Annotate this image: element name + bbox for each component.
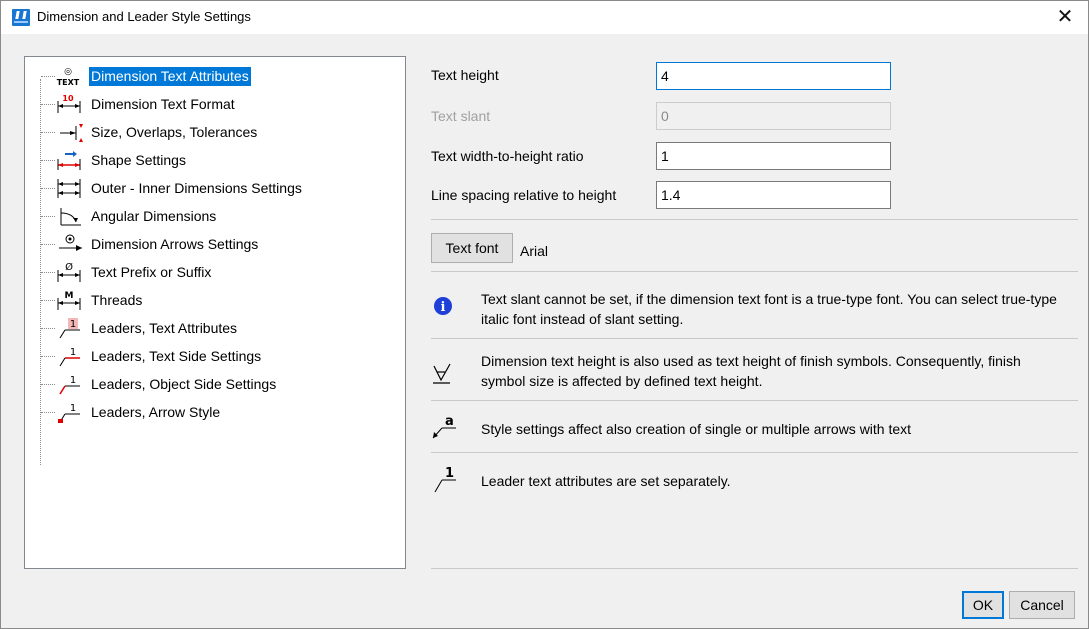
line-spacing-label: Line spacing relative to height — [431, 187, 617, 203]
separator — [431, 338, 1078, 339]
angular-icon — [60, 208, 81, 226]
tree-item-angular-dimensions[interactable]: Angular Dimensions — [41, 204, 381, 228]
leader-arrow-icon: 1 — [58, 403, 80, 423]
width-ratio-label: Text width-to-height ratio — [431, 148, 584, 164]
svg-text:M: M — [65, 291, 74, 301]
text-format-icon: 10 — [57, 94, 81, 113]
text-attributes-icon: ◎ TEXT — [57, 67, 80, 87]
svg-text:TEXT: TEXT — [57, 78, 80, 87]
leader-text-side-icon: 1 — [59, 347, 80, 367]
svg-text:1: 1 — [70, 403, 76, 414]
tree-item-label: Dimension Text Attributes — [89, 67, 251, 86]
line-spacing-input[interactable] — [656, 181, 891, 209]
close-button[interactable]: ✕ — [1052, 4, 1078, 30]
tree-item-size-overlaps-tolerances[interactable]: Size, Overlaps, Tolerances — [41, 120, 381, 144]
tree-item-label: Leaders, Object Side Settings — [91, 376, 277, 392]
tree-item-dimension-text-attributes[interactable]: ◎ TEXT Dimension Text Attributes — [41, 64, 381, 88]
tree-item-dimension-text-format[interactable]: 10 Dimension Text Format — [41, 92, 381, 116]
tree-item-dimension-arrows-settings[interactable]: Dimension Arrows Settings — [41, 232, 381, 256]
tree-item-shape-settings[interactable]: Shape Settings — [41, 148, 381, 172]
text-height-label: Text height — [431, 67, 499, 83]
tree-item-label: Dimension Text Format — [91, 96, 235, 112]
note-leader-attributes: Leader text attributes are set separatel… — [481, 473, 731, 489]
title-bar: Dimension and Leader Style Settings ✕ — [1, 1, 1088, 34]
leader-text-icon: 1 — [434, 466, 456, 493]
ok-button[interactable]: OK — [962, 591, 1004, 619]
threads-icon: M — [57, 291, 81, 310]
info-icon: i — [434, 297, 452, 315]
app-logo-icon — [12, 9, 30, 26]
separator — [431, 568, 1078, 569]
tree-item-label: Outer - Inner Dimensions Settings — [91, 180, 302, 196]
svg-text:1: 1 — [70, 347, 76, 358]
tree-item-leaders-arrow-style[interactable]: 1 Leaders, Arrow Style — [41, 400, 381, 424]
outer-inner-icon — [57, 179, 81, 198]
cancel-button[interactable]: Cancel — [1009, 591, 1075, 619]
text-slant-input — [656, 102, 891, 130]
tree-item-label: Threads — [91, 292, 143, 308]
settings-tree[interactable]: ◎ TEXT Dimension Text Attributes 10 Dime… — [24, 56, 406, 569]
tree-item-label: Angular Dimensions — [91, 208, 217, 224]
tree-item-label: Text Prefix or Suffix — [91, 264, 212, 280]
shape-settings-icon — [57, 151, 81, 170]
prefix-suffix-icon: Ø — [57, 261, 81, 282]
svg-text:1: 1 — [70, 375, 76, 386]
text-height-input[interactable] — [656, 62, 891, 90]
svg-text:1: 1 — [445, 466, 454, 481]
finish-symbol-icon — [433, 363, 451, 384]
tree-item-label: Leaders, Text Attributes — [91, 320, 238, 336]
svg-text:◎: ◎ — [64, 67, 72, 77]
separator — [431, 452, 1078, 453]
separator — [431, 219, 1078, 220]
svg-text:i: i — [441, 300, 446, 315]
dialog-window: Dimension and Leader Style Settings ✕ ◎ … — [0, 0, 1089, 629]
window-title: Dimension and Leader Style Settings — [37, 9, 251, 24]
tree-item-leaders-text-attributes[interactable]: 1 Leaders, Text Attributes — [41, 316, 381, 340]
tree-item-label: Shape Settings — [91, 152, 186, 168]
note-finish-symbols: Dimension text height is also used as te… — [481, 353, 1021, 389]
separator — [431, 271, 1078, 272]
tree-item-leaders-object-side[interactable]: 1 Leaders, Object Side Settings — [41, 372, 381, 396]
tree-item-outer-inner-dimensions[interactable]: Outer - Inner Dimensions Settings — [41, 176, 381, 200]
leader-object-side-icon: 1 — [59, 375, 80, 395]
tree-item-text-prefix-suffix[interactable]: Ø Text Prefix or Suffix — [41, 260, 381, 284]
svg-text:10: 10 — [62, 94, 74, 103]
text-font-button[interactable]: Text font — [431, 233, 513, 263]
tree-item-label: Leaders, Text Side Settings — [91, 348, 262, 364]
tree-item-label: Size, Overlaps, Tolerances — [91, 124, 258, 140]
note-arrows-with-text: Style settings affect also creation of s… — [481, 421, 912, 437]
size-tolerance-icon — [60, 124, 83, 142]
leader-text-attributes-icon: 1 — [59, 318, 80, 339]
text-slant-label: Text slant — [431, 108, 491, 124]
tree-item-label: Dimension Arrows Settings — [91, 236, 259, 252]
tree-item-leaders-text-side[interactable]: 1 Leaders, Text Side Settings — [41, 344, 381, 368]
tree-item-label: Leaders, Arrow Style — [91, 404, 221, 420]
separator — [431, 400, 1078, 401]
note-text-slant: Text slant cannot be set, if the dimensi… — [481, 291, 1057, 327]
tree-item-threads[interactable]: M Threads — [41, 288, 381, 312]
svg-text:Ø: Ø — [65, 261, 73, 273]
arrows-icon — [59, 234, 82, 251]
arrow-with-text-icon: a — [432, 414, 456, 439]
svg-text:a: a — [445, 414, 454, 429]
svg-text:1: 1 — [70, 319, 76, 330]
text-font-value: Arial — [520, 243, 549, 259]
width-ratio-input[interactable] — [656, 142, 891, 170]
